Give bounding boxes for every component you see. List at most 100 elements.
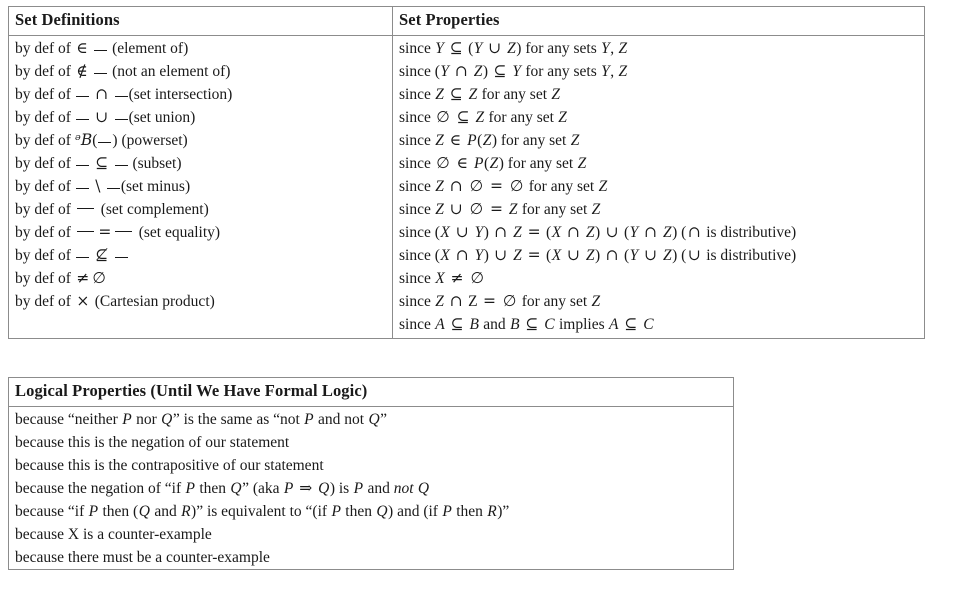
operator-symbol: ⊆: [624, 314, 638, 333]
property-row-union-distributive: since (X ∩ Y) ∪ Z = (X ∪ Z) ∩ (Y ∪ Z) (∪…: [399, 245, 797, 264]
math-variable: Z: [435, 292, 444, 310]
math-variable: Z: [663, 246, 672, 264]
operator-symbol: ∩: [454, 61, 468, 80]
math-variable: X: [435, 269, 445, 287]
math-variable: Z: [475, 108, 485, 126]
math-variable: Z: [507, 39, 516, 57]
empty-set-symbol: ∅: [92, 268, 106, 287]
operator-symbol: ∩: [455, 245, 469, 264]
set-properties-header: Set Properties: [393, 7, 924, 36]
operator-symbol: ⊆: [456, 107, 470, 126]
operator-symbol: ∩: [644, 222, 658, 241]
definition-row-intersection: by def of ∩ (set intersection): [15, 84, 233, 103]
blank-placeholder: [75, 187, 89, 189]
set-reference-table: Set Definitions by def of ∈ (element of)…: [8, 6, 925, 339]
operator-symbol: ⊆: [450, 314, 464, 333]
operator-symbol: ∪: [644, 245, 658, 264]
set-properties-rows: since Y ⊆ (Y ∪ Z) for any sets Y, Z since…: [393, 36, 924, 339]
operator-symbol: ∅: [469, 176, 484, 195]
property-row-empty-in-powerset: since ∅ ∈ P(Z) for any set Z: [399, 153, 587, 172]
math-variable: Y: [473, 39, 483, 57]
math-variable: Z: [591, 200, 601, 218]
blank-placeholder: [94, 72, 108, 74]
operator-symbol: ∩: [449, 176, 463, 195]
operator-symbol: ⊆: [449, 84, 463, 103]
property-row-intersect-empty: since Z ∩ ∅ = ∅ for any set Z: [399, 176, 608, 195]
logic-row-negation-implies: because the negation of “if P then Q” (a…: [15, 478, 430, 497]
definition-row-complement: by def of (set complement): [15, 200, 209, 218]
math-variable: B: [469, 315, 479, 333]
math-variable: P: [353, 479, 364, 497]
math-variable: P: [304, 410, 314, 428]
blank-placeholder: [75, 95, 89, 97]
math-variable: Q: [138, 502, 150, 520]
operator-symbol: =: [527, 245, 541, 264]
operator-symbol: ≠: [450, 268, 464, 287]
math-variable: P: [467, 131, 477, 149]
logic-row-de-morgan-nor: because “neither P nor Q” is the same as…: [15, 410, 388, 428]
operator-symbol: ∪: [687, 245, 701, 264]
math-variable: P: [283, 479, 294, 497]
definition-row-not-element-of: by def of ∉ (not an element of): [15, 61, 231, 80]
math-variable: Q: [376, 502, 388, 520]
math-variable: P: [442, 502, 452, 520]
math-variable: Z: [489, 154, 499, 172]
math-variable: Z: [435, 85, 444, 103]
property-row-x-nonempty: since X ≠ ∅: [399, 268, 484, 287]
operator-symbol: ∅: [502, 291, 517, 310]
operator-symbol: ∩: [95, 84, 109, 103]
operator-symbol: ∉: [76, 61, 88, 80]
operator-symbol: ∩: [494, 222, 508, 241]
blank-placeholder: [75, 164, 89, 166]
math-variable: Z: [551, 85, 561, 103]
operator-symbol: =: [490, 176, 503, 195]
operator-symbol: ∅: [469, 199, 484, 218]
definition-row-element-of: by def of ∈ (element of): [15, 38, 189, 57]
property-row-union-empty: since Z ∪ ∅ = Z for any set Z: [399, 199, 601, 218]
property-row-union-superset: since Y ⊆ (Y ∪ Z) for any sets Y, Z: [399, 38, 628, 57]
logic-row-negation: because this is the negation of our stat…: [15, 433, 290, 451]
property-row-self-in-powerset: since Z ∈ P(Z) for any set Z: [399, 130, 580, 149]
blank-placeholder: [114, 118, 128, 120]
operator-symbol: =: [490, 199, 503, 218]
property-row-reflexive-subset: since Z ⊆ Z for any set Z: [399, 84, 561, 103]
blank-placeholder: [114, 164, 128, 166]
operator-symbol: ∅: [436, 107, 450, 126]
logical-properties-rows: because “neither P nor Q” is the same as…: [9, 407, 733, 570]
blank-placeholder: [106, 187, 120, 189]
operator-symbol: ∪: [494, 245, 508, 264]
operator-symbol: ≠: [76, 268, 90, 287]
logic-row-must-be-counter-example: because there must be a counter-example: [15, 548, 270, 566]
operator-symbol: ∪: [567, 245, 581, 264]
logic-row-counter-example: because X is a counter-example: [15, 525, 212, 543]
logical-properties-header: Logical Properties (Until We Have Formal…: [9, 378, 733, 407]
operator-symbol: ⊆: [525, 314, 539, 333]
math-variable: Z: [513, 246, 522, 264]
math-variable: Z: [468, 85, 478, 103]
math-variable: B: [510, 315, 520, 333]
math-variable: Z: [577, 154, 587, 172]
math-variable: A: [435, 315, 445, 333]
operator-symbol: \: [95, 176, 101, 195]
math-variable: Z: [663, 223, 672, 241]
operator-symbol: ∪: [488, 38, 502, 57]
operator-symbol: ⊆: [493, 61, 507, 80]
math-variable: Z: [570, 131, 580, 149]
math-variable: Z: [618, 39, 628, 57]
set-definitions-column: Set Definitions by def of ∈ (element of)…: [9, 7, 393, 338]
math-variable: Z: [482, 131, 492, 149]
math-variable: R: [181, 502, 191, 520]
logical-properties-column: Logical Properties (Until We Have Formal…: [9, 378, 733, 569]
math-variable: P: [122, 410, 132, 428]
math-variable: Y: [440, 62, 450, 80]
math-variable: Z: [435, 131, 444, 149]
powerset-symbol: ᵊB: [74, 130, 93, 149]
math-variable: X: [440, 246, 450, 264]
blank-placeholder: [114, 256, 128, 258]
math-variable: Q: [417, 479, 430, 497]
math-variable: X: [551, 223, 562, 241]
definition-row-cartesian-product: by def of × (Cartesian product): [15, 291, 215, 310]
operator-symbol: ∈: [76, 38, 88, 57]
overline-placeholder: [77, 207, 95, 209]
operator-symbol: ⇒: [299, 478, 313, 497]
